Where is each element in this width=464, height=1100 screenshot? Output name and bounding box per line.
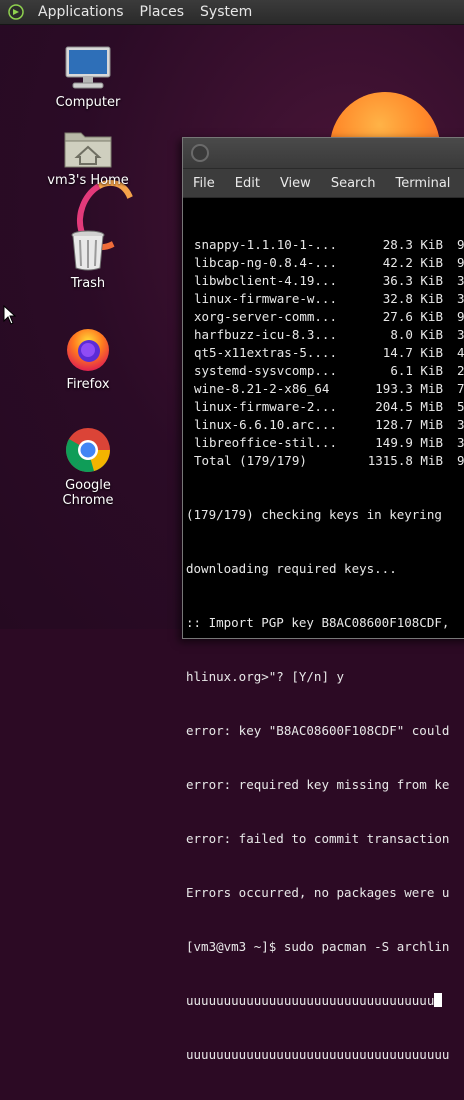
package-extra: 2 bbox=[457, 363, 464, 378]
output-line: (179/179) checking keys in keyring bbox=[186, 507, 442, 522]
package-size: 32.8 KiB bbox=[382, 291, 443, 306]
package-size: 193.3 MiB bbox=[375, 381, 443, 396]
package-row: libcap-ng-0.8.4-... 42.2 KiB 9 bbox=[186, 254, 464, 272]
package-size: 204.5 MiB bbox=[375, 399, 443, 414]
package-extra: 3 bbox=[457, 291, 464, 306]
output-line: Errors occurred, no packages were u bbox=[186, 885, 450, 900]
package-row: libreoffice-stil... 149.9 MiB 3 bbox=[186, 434, 464, 452]
package-row: xorg-server-comm... 27.6 KiB 9 bbox=[186, 308, 464, 326]
package-extra: 9 bbox=[457, 309, 464, 324]
package-size: 36.3 KiB bbox=[382, 273, 443, 288]
package-row: linux-firmware-w... 32.8 KiB 3 bbox=[186, 290, 464, 308]
package-extra: 7 bbox=[457, 381, 464, 396]
package-extra: 3 bbox=[457, 273, 464, 288]
menu-view[interactable]: View bbox=[270, 176, 321, 191]
computer-icon bbox=[65, 46, 111, 89]
package-size: 28.3 KiB bbox=[382, 237, 443, 252]
applications-menu[interactable]: Applications bbox=[30, 0, 132, 24]
package-row: harfbuzz-icu-8.3... 8.0 KiB 3 bbox=[186, 326, 464, 344]
menu-file[interactable]: File bbox=[183, 176, 225, 191]
places-menu[interactable]: Places bbox=[132, 0, 193, 24]
text-cursor bbox=[434, 993, 443, 1007]
output-line: error: required key missing from ke bbox=[186, 777, 450, 792]
output-line: :: Import PGP key B8AC08600F108CDF, bbox=[186, 615, 450, 630]
package-row: Total (179/179) 1315.8 MiB 9 bbox=[186, 452, 464, 470]
menu-search[interactable]: Search bbox=[321, 176, 386, 191]
package-size: 6.1 KiB bbox=[390, 363, 443, 378]
prompt-line: [vm3@vm3 ~]$ sudo pacman -S archlin bbox=[186, 939, 450, 954]
desktop-icon-trash[interactable]: Trash bbox=[38, 228, 138, 291]
home-label: vm3's Home bbox=[47, 173, 129, 188]
package-name: wine-8.21-2-x86_64 bbox=[194, 381, 330, 396]
package-name: Total (179/179) bbox=[194, 453, 307, 468]
package-extra: 9 bbox=[457, 237, 464, 252]
package-extra: 4 bbox=[457, 345, 464, 360]
trash-label: Trash bbox=[70, 276, 106, 291]
package-row: wine-8.21-2-x86_64 193.3 MiB 7 bbox=[186, 380, 464, 398]
package-name: linux-firmware-w... bbox=[194, 291, 337, 306]
package-name: harfbuzz-icu-8.3... bbox=[194, 327, 337, 342]
menu-help[interactable]: H bbox=[460, 176, 464, 191]
package-name: snappy-1.1.10-1-... bbox=[194, 237, 337, 252]
package-size: 42.2 KiB bbox=[382, 255, 443, 270]
package-name: systemd-sysvcomp... bbox=[194, 363, 337, 378]
computer-label: Computer bbox=[55, 95, 121, 110]
package-name: libreoffice-stil... bbox=[194, 435, 337, 450]
output-line: downloading required keys... bbox=[186, 561, 397, 576]
output-line: error: key "B8AC08600F108CDF" could bbox=[186, 723, 450, 738]
package-name: linux-firmware-2... bbox=[194, 399, 337, 414]
package-name: libcap-ng-0.8.4-... bbox=[194, 255, 337, 270]
package-extra: 9 bbox=[457, 453, 464, 468]
package-row: qt5-x11extras-5.... 14.7 KiB 4 bbox=[186, 344, 464, 362]
desktop-icon-firefox[interactable]: Firefox bbox=[38, 325, 138, 392]
menu-edit[interactable]: Edit bbox=[225, 176, 270, 191]
package-extra: 3 bbox=[457, 327, 464, 342]
desktop-icon-computer[interactable]: Computer bbox=[38, 45, 138, 110]
package-extra: 3 bbox=[457, 417, 464, 432]
package-name: libwbclient-4.19... bbox=[194, 273, 337, 288]
package-row: snappy-1.1.10-1-... 28.3 KiB 9 bbox=[186, 236, 464, 254]
input-line[interactable]: uuuuuuuuuuuuuuuuuuuuuuuuuuuuuuuuu bbox=[186, 992, 464, 1010]
firefox-icon bbox=[67, 329, 109, 371]
package-row: systemd-sysvcomp... 6.1 KiB 2 bbox=[186, 362, 464, 380]
package-row: libwbclient-4.19... 36.3 KiB 3 bbox=[186, 272, 464, 290]
top-panel: Applications Places System bbox=[0, 0, 464, 25]
package-extra: 3 bbox=[457, 435, 464, 450]
terminal-titlebar[interactable] bbox=[183, 138, 464, 169]
package-size: 14.7 KiB bbox=[382, 345, 443, 360]
terminal-output[interactable]: snappy-1.1.10-1-... 28.3 KiB 9 libcap-ng-0.… bbox=[183, 198, 464, 1100]
desktop-icon-chrome[interactable]: Google Chrome bbox=[38, 426, 138, 508]
output-line: error: failed to commit transaction bbox=[186, 831, 450, 846]
menu-terminal[interactable]: Terminal bbox=[385, 176, 460, 191]
package-name: qt5-x11extras-5.... bbox=[194, 345, 337, 360]
chrome-label: Google Chrome bbox=[62, 478, 114, 508]
trash-icon bbox=[71, 230, 105, 271]
package-size: 149.9 MiB bbox=[375, 435, 443, 450]
distro-logo-icon[interactable] bbox=[8, 4, 24, 20]
terminal-menubar: File Edit View Search Terminal H bbox=[183, 169, 464, 198]
package-size: 1315.8 MiB bbox=[367, 453, 443, 468]
package-size: 8.0 KiB bbox=[390, 327, 443, 342]
package-row: linux-firmware-2... 204.5 MiB 5 bbox=[186, 398, 464, 416]
system-menu[interactable]: System bbox=[192, 0, 260, 24]
desktop-icon-home[interactable]: vm3's Home bbox=[38, 127, 138, 188]
input-text: uuuuuuuuuuuuuuuuuuuuuuuuuuuuuuuuu bbox=[186, 993, 435, 1008]
package-extra: 9 bbox=[457, 255, 464, 270]
close-button[interactable] bbox=[191, 144, 209, 162]
package-size: 128.7 MiB bbox=[375, 417, 443, 432]
chrome-icon bbox=[66, 428, 110, 472]
mouse-pointer-icon bbox=[3, 305, 17, 325]
package-size: 27.6 KiB bbox=[382, 309, 443, 324]
package-name: linux-6.6.10.arc... bbox=[194, 417, 337, 432]
output-line: hlinux.org>"? [Y/n] y bbox=[186, 669, 345, 684]
package-row: linux-6.6.10.arc... 128.7 MiB 3 bbox=[186, 416, 464, 434]
firefox-label: Firefox bbox=[66, 377, 110, 392]
package-name: xorg-server-comm... bbox=[194, 309, 337, 324]
package-extra: 5 bbox=[457, 399, 464, 414]
input-line[interactable]: uuuuuuuuuuuuuuuuuuuuuuuuuuuuuuuuuuu bbox=[186, 1046, 464, 1064]
terminal-window[interactable]: File Edit View Search Terminal H snappy-… bbox=[182, 137, 464, 1062]
home-folder-icon bbox=[64, 132, 112, 168]
